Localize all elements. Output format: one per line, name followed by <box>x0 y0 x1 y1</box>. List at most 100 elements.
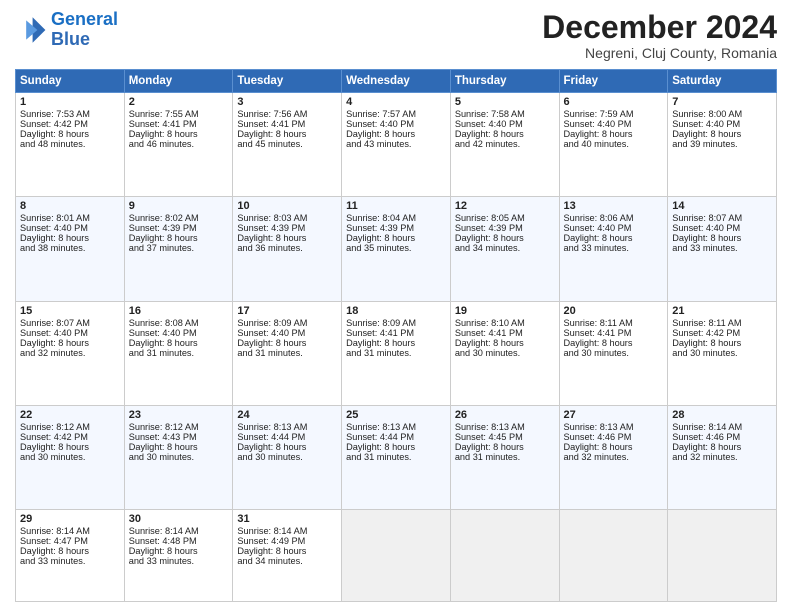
day-info-line: Sunset: 4:40 PM <box>20 328 120 338</box>
calendar-cell: 5Sunrise: 7:58 AMSunset: 4:40 PMDaylight… <box>450 93 559 197</box>
day-header-sunday: Sunday <box>16 70 125 93</box>
day-info-line: Daylight: 8 hours <box>346 129 446 139</box>
calendar-cell: 27Sunrise: 8:13 AMSunset: 4:46 PMDayligh… <box>559 406 668 510</box>
calendar-cell: 30Sunrise: 8:14 AMSunset: 4:48 PMDayligh… <box>124 510 233 602</box>
calendar-cell: 31Sunrise: 8:14 AMSunset: 4:49 PMDayligh… <box>233 510 342 602</box>
day-info-line: Sunrise: 7:53 AM <box>20 109 120 119</box>
day-info-line: Sunset: 4:41 PM <box>455 328 555 338</box>
calendar-cell: 17Sunrise: 8:09 AMSunset: 4:40 PMDayligh… <box>233 301 342 405</box>
calendar-cell: 2Sunrise: 7:55 AMSunset: 4:41 PMDaylight… <box>124 93 233 197</box>
day-info-line: Sunrise: 8:11 AM <box>564 318 664 328</box>
day-info-line: Sunset: 4:40 PM <box>346 119 446 129</box>
day-number: 30 <box>129 513 229 525</box>
day-info-line: and 30 minutes. <box>237 452 337 462</box>
calendar-cell: 14Sunrise: 8:07 AMSunset: 4:40 PMDayligh… <box>668 197 777 301</box>
day-info-line: and 45 minutes. <box>237 139 337 149</box>
day-info-line: Sunset: 4:41 PM <box>129 119 229 129</box>
day-info-line: Sunset: 4:39 PM <box>455 223 555 233</box>
day-number: 15 <box>20 305 120 317</box>
day-info-line: Daylight: 8 hours <box>564 442 664 452</box>
day-info-line: Daylight: 8 hours <box>20 233 120 243</box>
day-info-line: Sunrise: 7:58 AM <box>455 109 555 119</box>
day-info-line: Sunrise: 8:09 AM <box>346 318 446 328</box>
day-number: 10 <box>237 200 337 212</box>
location: Negreni, Cluj County, Romania <box>542 45 777 61</box>
day-number: 11 <box>346 200 446 212</box>
day-number: 2 <box>129 96 229 108</box>
day-info-line: Sunset: 4:44 PM <box>346 432 446 442</box>
day-number: 7 <box>672 96 772 108</box>
day-header-wednesday: Wednesday <box>342 70 451 93</box>
day-number: 8 <box>20 200 120 212</box>
day-info-line: Daylight: 8 hours <box>672 233 772 243</box>
calendar-body: 1Sunrise: 7:53 AMSunset: 4:42 PMDaylight… <box>16 93 777 602</box>
day-info-line: and 31 minutes. <box>237 348 337 358</box>
calendar-cell: 13Sunrise: 8:06 AMSunset: 4:40 PMDayligh… <box>559 197 668 301</box>
day-info-line: Sunrise: 8:05 AM <box>455 213 555 223</box>
day-info-line: Daylight: 8 hours <box>237 546 337 556</box>
day-info-line: Daylight: 8 hours <box>455 129 555 139</box>
day-header-friday: Friday <box>559 70 668 93</box>
day-number: 12 <box>455 200 555 212</box>
day-info-line: and 33 minutes. <box>564 243 664 253</box>
calendar-cell: 26Sunrise: 8:13 AMSunset: 4:45 PMDayligh… <box>450 406 559 510</box>
day-number: 29 <box>20 513 120 525</box>
month-title: December 2024 <box>542 10 777 45</box>
calendar-cell: 12Sunrise: 8:05 AMSunset: 4:39 PMDayligh… <box>450 197 559 301</box>
day-info-line: Sunset: 4:49 PM <box>237 536 337 546</box>
calendar-cell: 19Sunrise: 8:10 AMSunset: 4:41 PMDayligh… <box>450 301 559 405</box>
day-info-line: Sunrise: 8:06 AM <box>564 213 664 223</box>
day-info-line: Sunrise: 8:14 AM <box>129 526 229 536</box>
calendar-cell: 7Sunrise: 8:00 AMSunset: 4:40 PMDaylight… <box>668 93 777 197</box>
day-info-line: Sunrise: 8:11 AM <box>672 318 772 328</box>
day-info-line: Daylight: 8 hours <box>564 129 664 139</box>
logo-icon <box>15 14 47 46</box>
day-info-line: Sunrise: 7:56 AM <box>237 109 337 119</box>
calendar-week-5: 29Sunrise: 8:14 AMSunset: 4:47 PMDayligh… <box>16 510 777 602</box>
calendar-cell: 28Sunrise: 8:14 AMSunset: 4:46 PMDayligh… <box>668 406 777 510</box>
day-info-line: Daylight: 8 hours <box>129 233 229 243</box>
day-number: 27 <box>564 409 664 421</box>
day-number: 17 <box>237 305 337 317</box>
calendar-cell: 6Sunrise: 7:59 AMSunset: 4:40 PMDaylight… <box>559 93 668 197</box>
day-info-line: Sunrise: 8:10 AM <box>455 318 555 328</box>
day-info-line: Sunrise: 8:13 AM <box>237 422 337 432</box>
day-info-line: and 33 minutes. <box>129 556 229 566</box>
day-number: 28 <box>672 409 772 421</box>
day-info-line: and 31 minutes. <box>346 348 446 358</box>
day-info-line: and 32 minutes. <box>564 452 664 462</box>
day-number: 6 <box>564 96 664 108</box>
day-info-line: Daylight: 8 hours <box>346 442 446 452</box>
day-info-line: Sunrise: 7:59 AM <box>564 109 664 119</box>
day-info-line: Daylight: 8 hours <box>20 442 120 452</box>
day-info-line: Daylight: 8 hours <box>129 338 229 348</box>
day-number: 31 <box>237 513 337 525</box>
day-info-line: Sunrise: 8:01 AM <box>20 213 120 223</box>
day-info-line: Sunrise: 8:14 AM <box>20 526 120 536</box>
day-info-line: Sunrise: 8:13 AM <box>564 422 664 432</box>
day-info-line: Sunrise: 8:07 AM <box>20 318 120 328</box>
day-info-line: Sunset: 4:40 PM <box>455 119 555 129</box>
day-info-line: Sunrise: 8:12 AM <box>20 422 120 432</box>
day-info-line: and 46 minutes. <box>129 139 229 149</box>
day-info-line: and 30 minutes. <box>455 348 555 358</box>
day-info-line: and 34 minutes. <box>455 243 555 253</box>
day-info-line: Sunset: 4:46 PM <box>672 432 772 442</box>
day-info-line: Sunrise: 8:12 AM <box>129 422 229 432</box>
day-info-line: Sunset: 4:43 PM <box>129 432 229 442</box>
calendar-cell: 21Sunrise: 8:11 AMSunset: 4:42 PMDayligh… <box>668 301 777 405</box>
day-info-line: and 38 minutes. <box>20 243 120 253</box>
calendar-cell: 15Sunrise: 8:07 AMSunset: 4:40 PMDayligh… <box>16 301 125 405</box>
calendar-cell: 16Sunrise: 8:08 AMSunset: 4:40 PMDayligh… <box>124 301 233 405</box>
calendar-week-3: 15Sunrise: 8:07 AMSunset: 4:40 PM Dayligh… <box>16 301 777 405</box>
page: General Blue December 2024 Negreni, Cluj… <box>0 0 792 612</box>
day-number: 26 <box>455 409 555 421</box>
calendar-cell: 18Sunrise: 8:09 AMSunset: 4:41 PMDayligh… <box>342 301 451 405</box>
day-number: 18 <box>346 305 446 317</box>
day-info-line: Sunset: 4:47 PM <box>20 536 120 546</box>
day-info-line: and 34 minutes. <box>237 556 337 566</box>
day-info-line: Sunset: 4:40 PM <box>672 223 772 233</box>
calendar-cell: 24Sunrise: 8:13 AMSunset: 4:44 PMDayligh… <box>233 406 342 510</box>
day-number: 20 <box>564 305 664 317</box>
day-number: 24 <box>237 409 337 421</box>
